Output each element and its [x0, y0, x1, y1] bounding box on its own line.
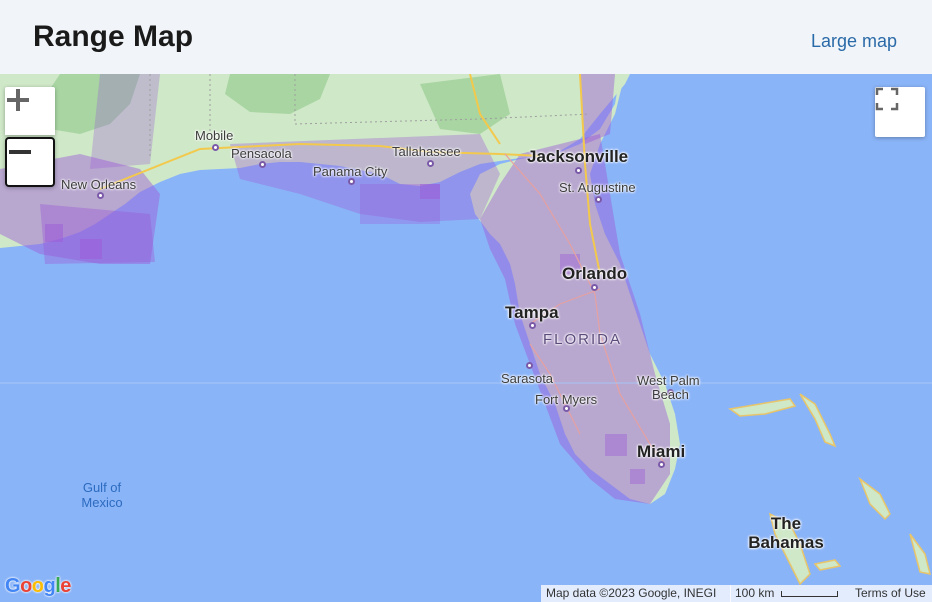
label-florida: FLORIDA: [543, 331, 623, 348]
city-marker: [595, 196, 602, 203]
city-marker: [427, 160, 434, 167]
label-west-palm: West Palm: [637, 373, 700, 388]
label-miami: Miami: [637, 442, 686, 461]
city-marker: [575, 167, 582, 174]
terms-of-use-link[interactable]: Terms of Use: [850, 585, 932, 602]
label-gulf-of-mexico: Gulf of Mexico: [81, 480, 123, 510]
label-new-orleans: New Orleans: [61, 177, 137, 192]
label-panama-city: Panama City: [313, 164, 388, 179]
zoom-out-button[interactable]: [5, 137, 55, 187]
label-st-augustine: St. Augustine: [559, 180, 636, 195]
map-data-attribution[interactable]: Map data ©2023 Google, INEGI: [541, 585, 731, 602]
label-pensacola: Pensacola: [231, 146, 292, 161]
city-marker: [526, 362, 533, 369]
large-map-link[interactable]: Large map: [811, 31, 897, 52]
plus-icon: [7, 89, 29, 111]
city-marker: [212, 144, 219, 151]
city-marker: [97, 192, 104, 199]
bahamas-islands: [728, 393, 932, 586]
page-title: Range Map: [33, 20, 194, 53]
label-mobile: Mobile: [195, 128, 234, 143]
scale-line: [780, 590, 838, 597]
label-sarasota: Sarasota: [501, 371, 554, 386]
fullscreen-icon: [875, 87, 899, 111]
city-marker: [259, 161, 266, 168]
label-orlando: Orlando: [562, 264, 628, 283]
label-bahamas: The Bahamas: [748, 514, 824, 552]
label-fort-myers: Fort Myers: [535, 392, 598, 407]
label-jacksonville: Jacksonville: [527, 147, 629, 166]
range-map[interactable]: Mobile Pensacola New Orleans Tallahassee…: [0, 74, 932, 602]
label-beach: Beach: [652, 387, 689, 402]
header: Range Map Large map: [0, 0, 932, 74]
google-logo[interactable]: Google: [5, 575, 71, 598]
city-marker: [658, 461, 665, 468]
zoom-in-button[interactable]: [5, 87, 55, 135]
fullscreen-button[interactable]: [875, 87, 925, 137]
city-marker: [348, 178, 355, 185]
city-marker: [591, 284, 598, 291]
city-marker: [529, 322, 536, 329]
label-tampa: Tampa: [505, 303, 559, 322]
scale-bar[interactable]: 100 km: [730, 585, 850, 602]
minus-icon: [9, 150, 31, 154]
label-tallahassee: Tallahassee: [392, 144, 461, 159]
